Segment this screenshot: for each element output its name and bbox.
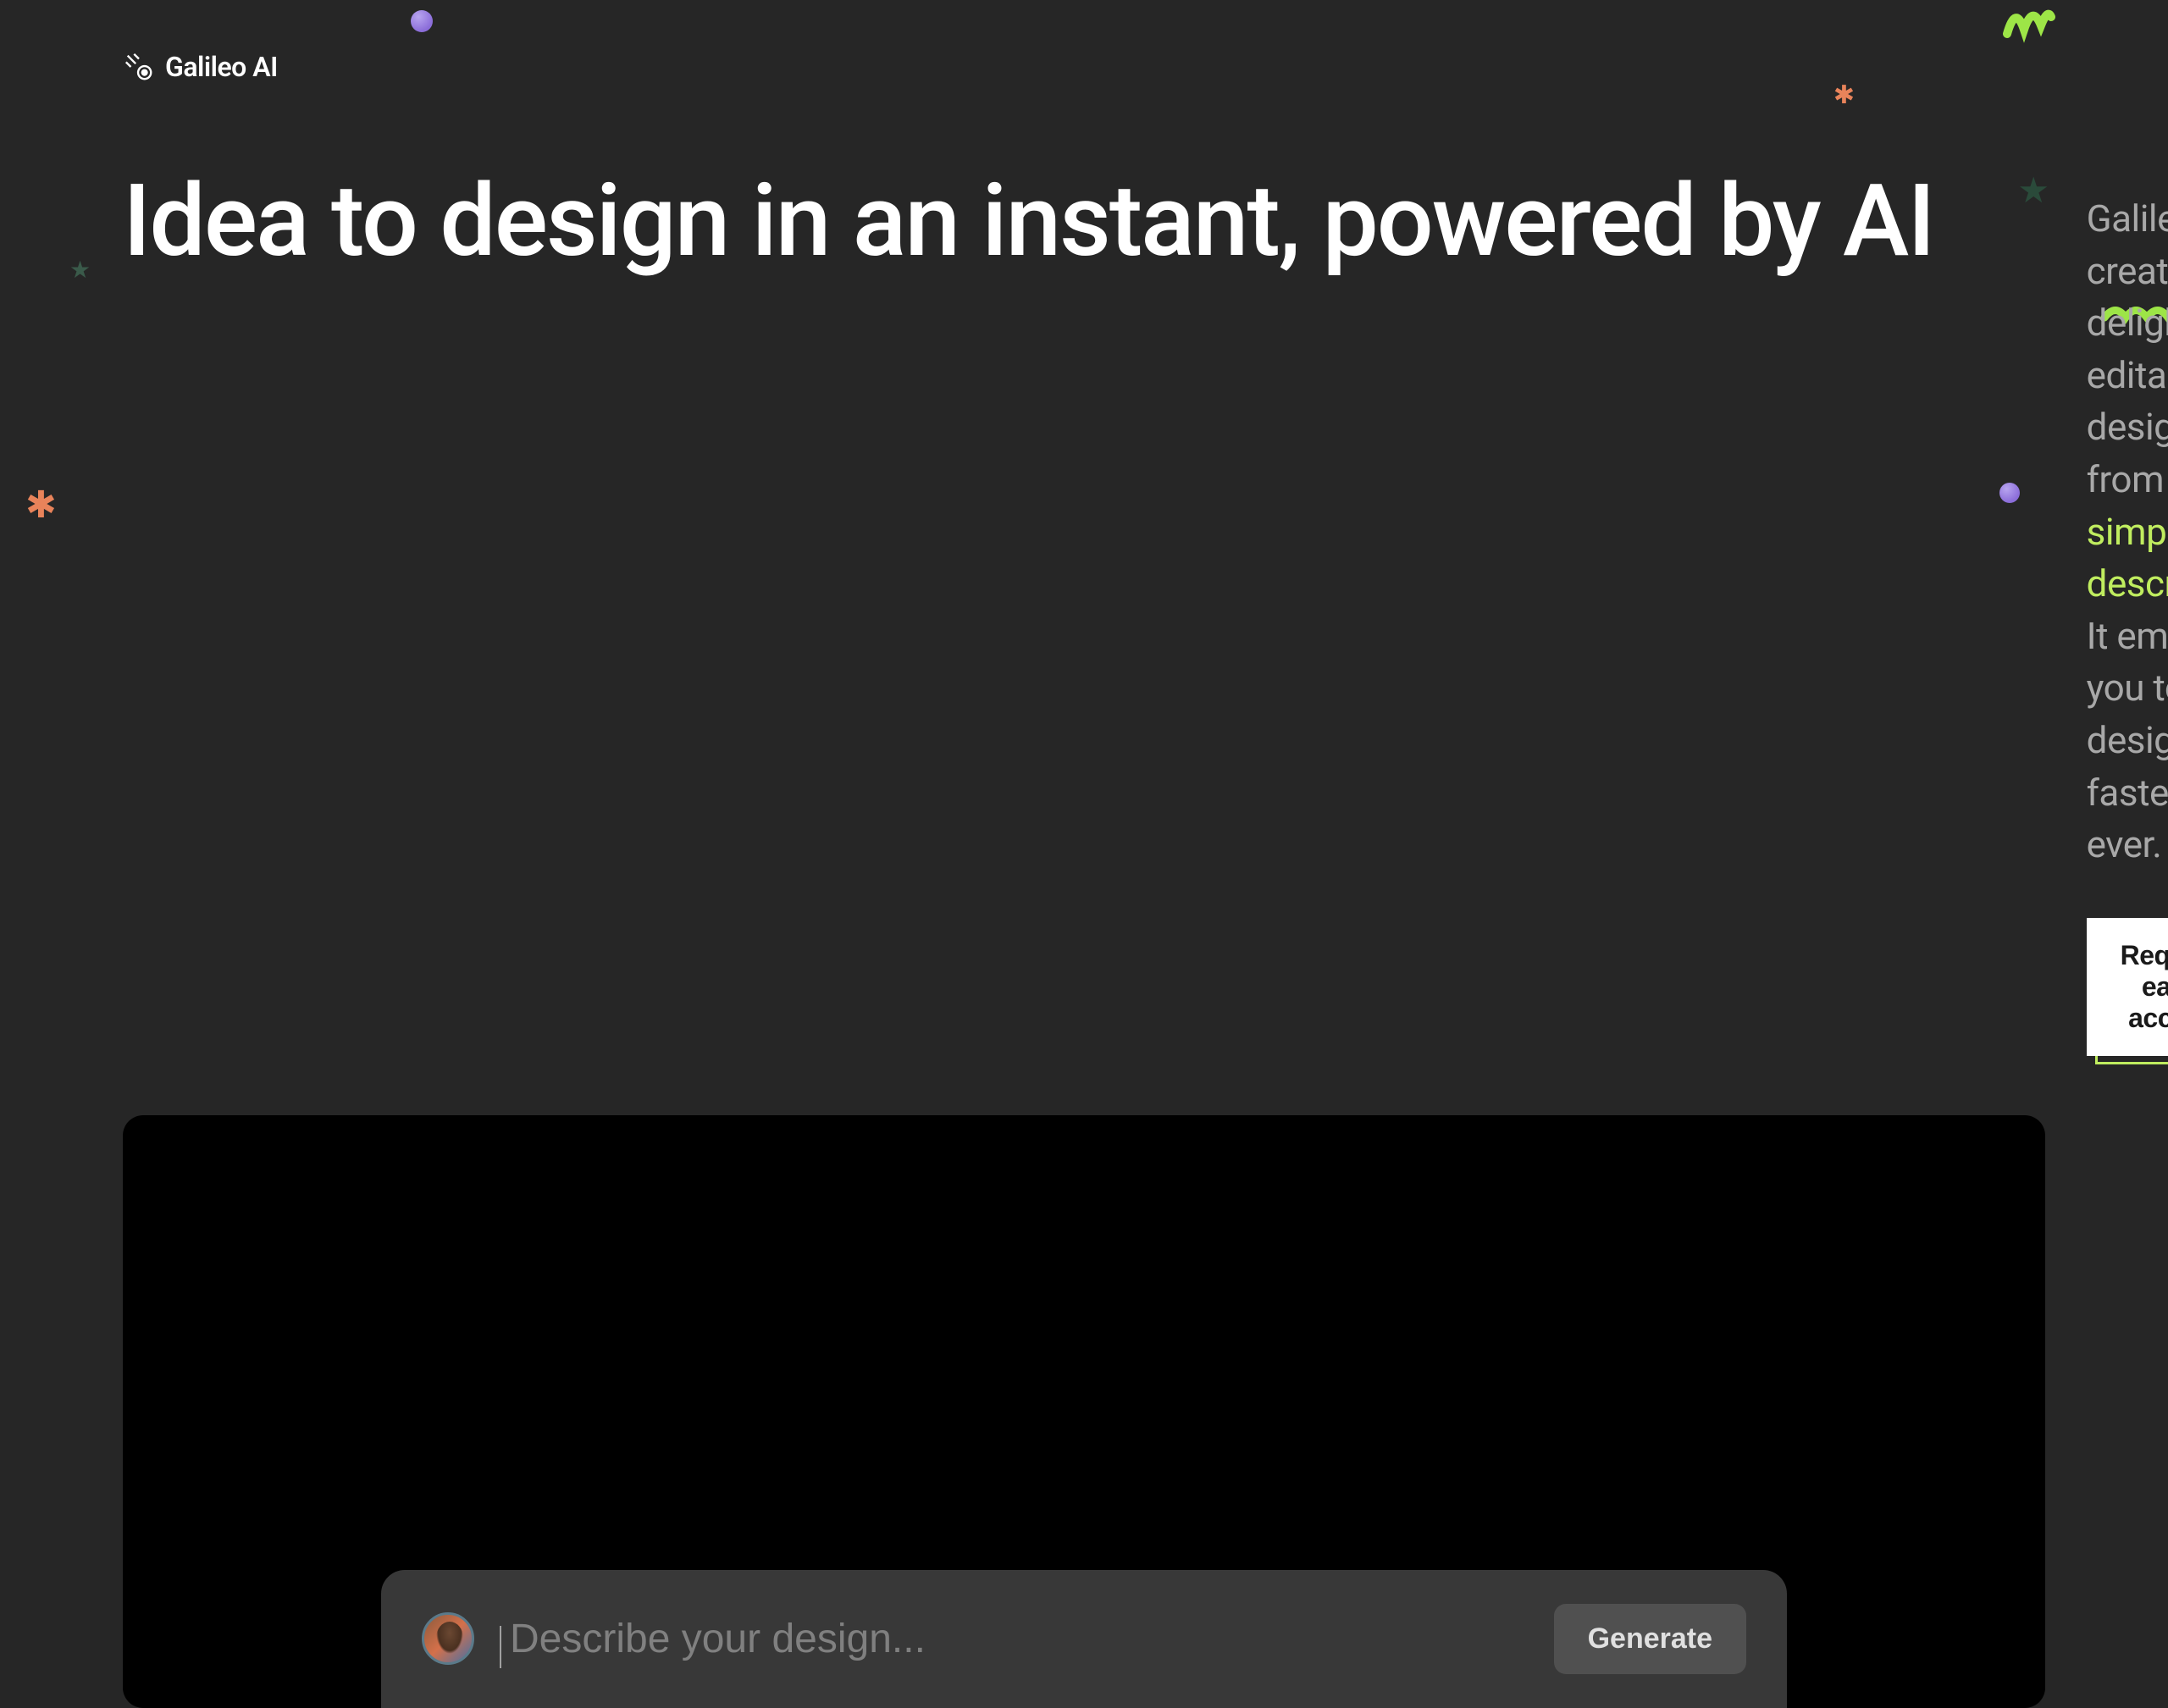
description-text-pre: Galileo AI creates delightful, editable … bbox=[2087, 196, 2168, 501]
brand-name: Galileo AI bbox=[165, 51, 278, 83]
user-avatar bbox=[422, 1612, 474, 1665]
cta-label: Request early access bbox=[2121, 940, 2168, 1034]
generate-button[interactable]: Generate bbox=[1554, 1604, 1746, 1674]
text-cursor-icon bbox=[500, 1626, 501, 1668]
hero-headline: Idea to design in an instant, powered by… bbox=[123, 159, 1934, 1056]
comet-icon bbox=[123, 51, 155, 83]
prompt-bar: Generate bbox=[381, 1570, 1787, 1708]
demo-preview-area: Generate bbox=[123, 1115, 2045, 1708]
hero-description: Galileo AI creates delightful, editable … bbox=[2087, 193, 2168, 871]
request-early-access-button[interactable]: Request early access ↗ bbox=[2087, 918, 2168, 1056]
design-prompt-input[interactable] bbox=[500, 1616, 1036, 1662]
description-text-post: . It empowers you to design faster than … bbox=[2087, 561, 2168, 866]
brand-logo[interactable]: Galileo AI bbox=[123, 51, 2045, 83]
